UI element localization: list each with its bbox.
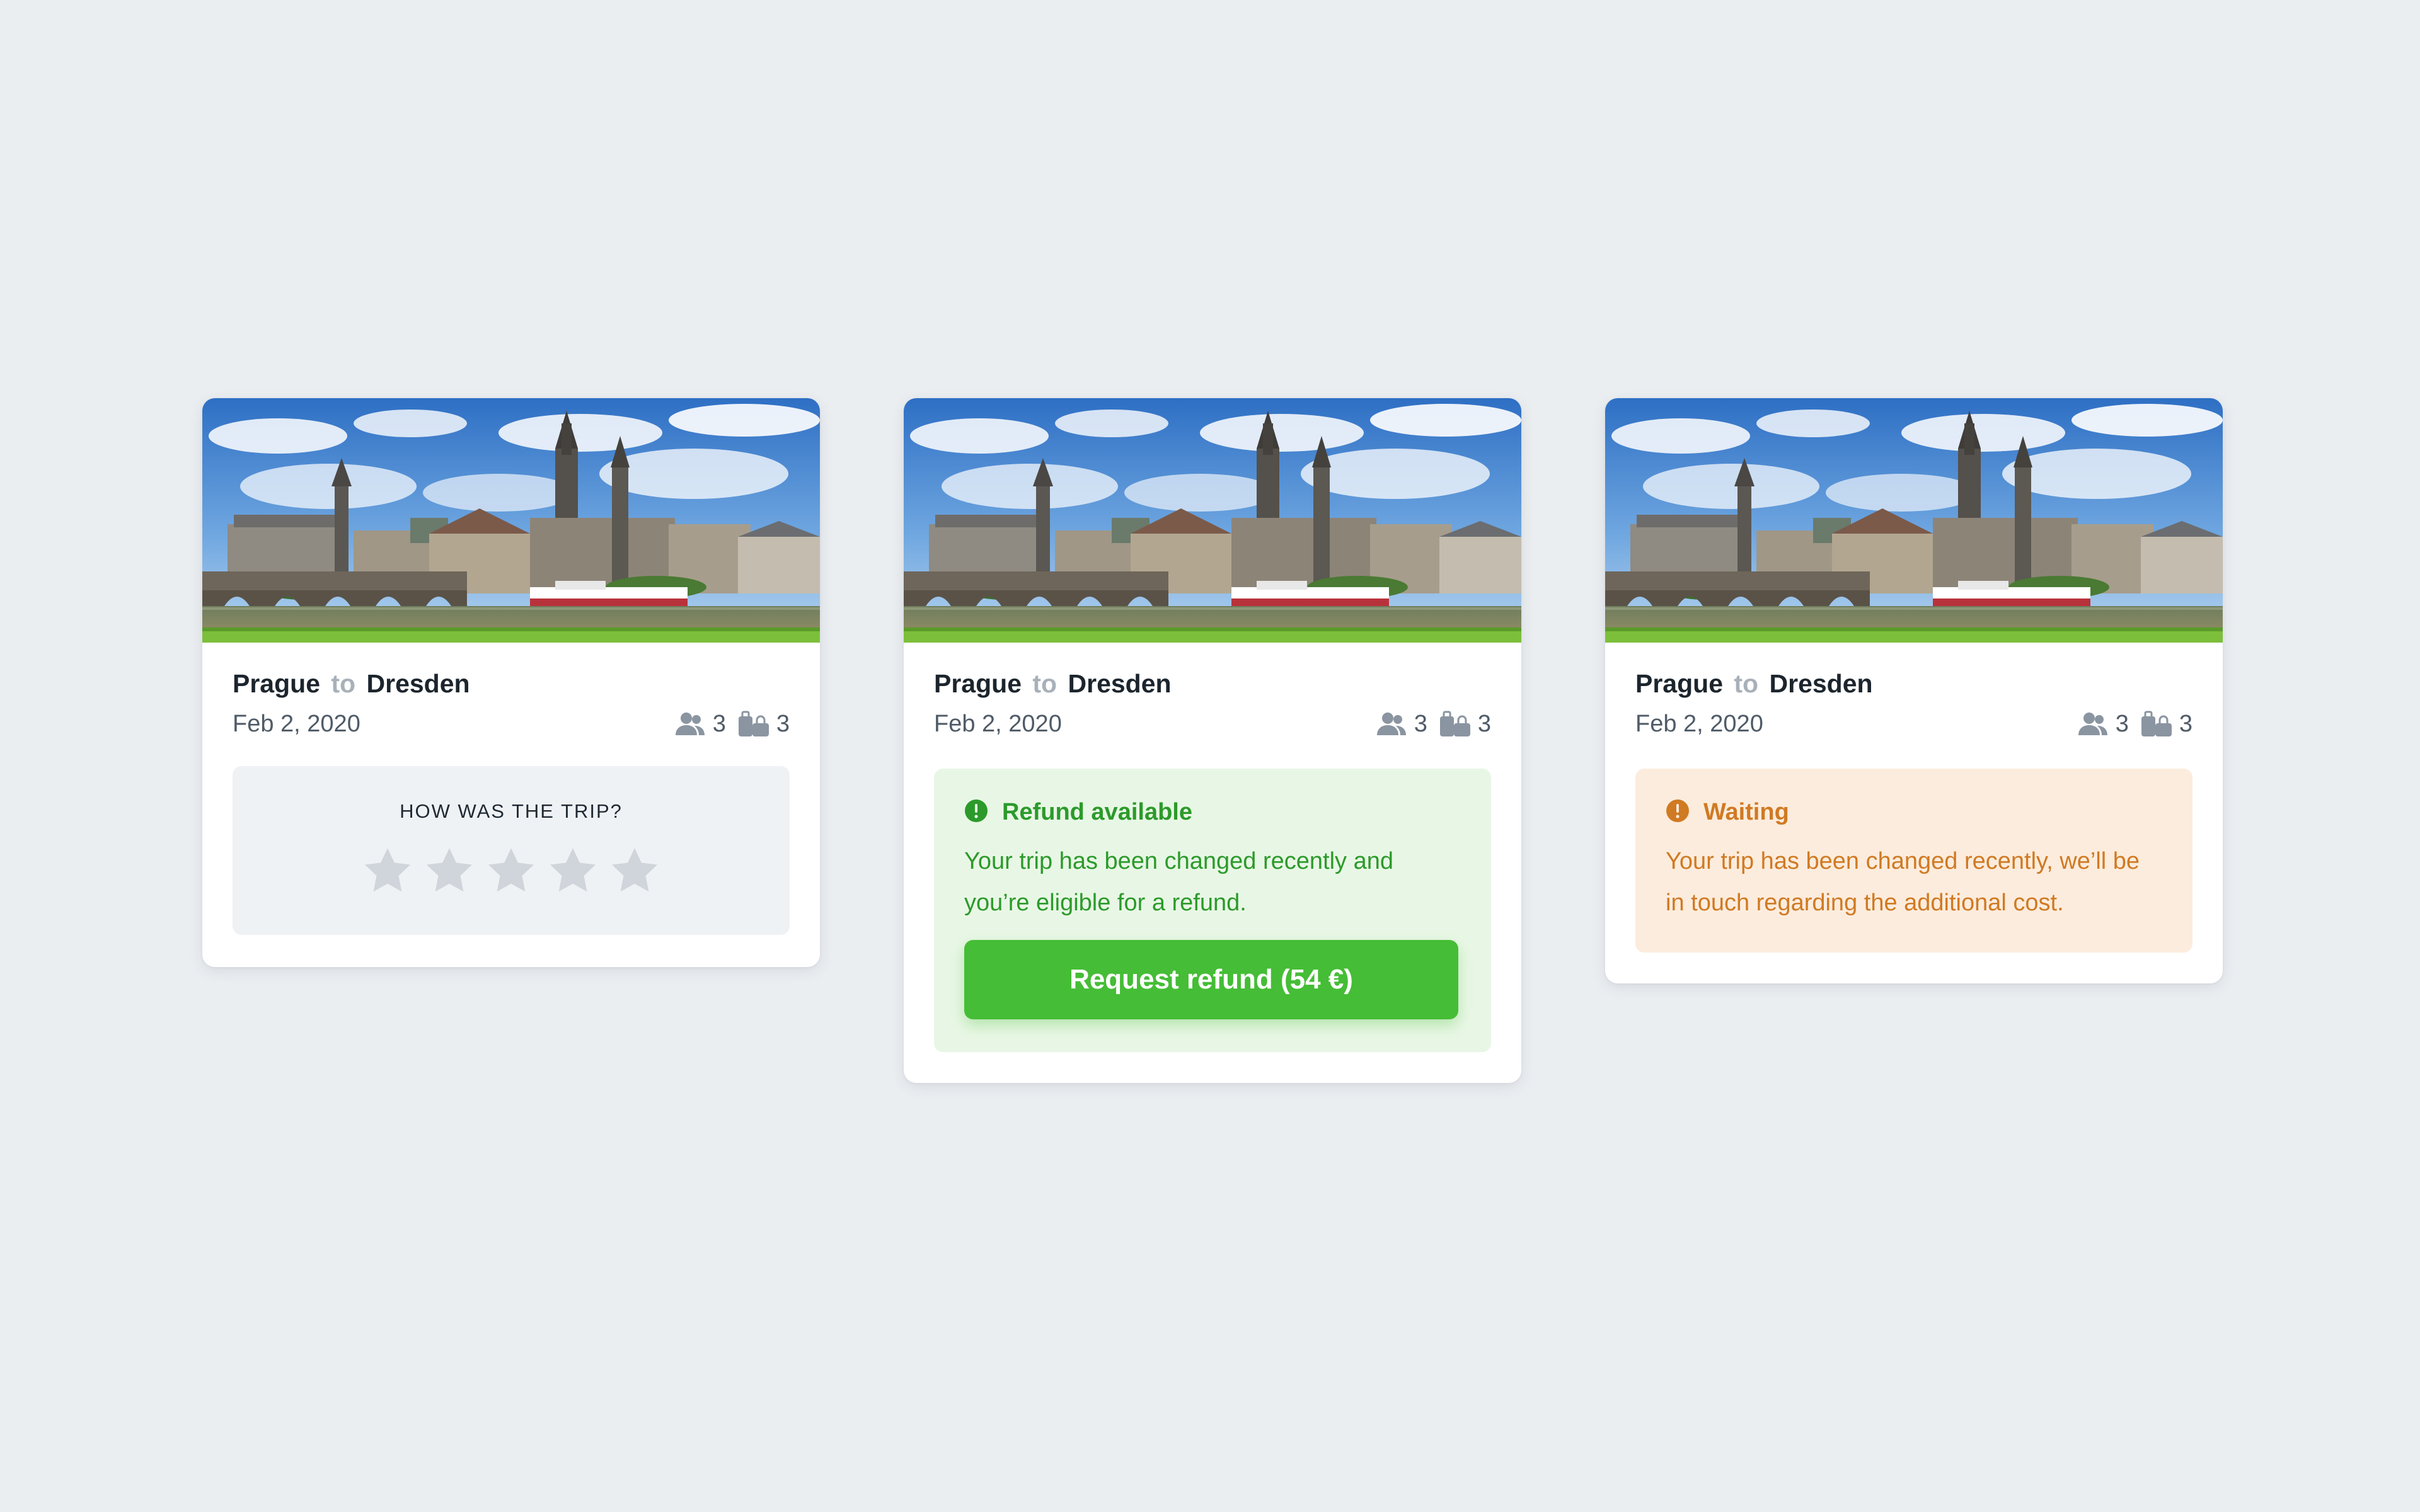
- star-icon[interactable]: [361, 844, 414, 897]
- alert-icon: [964, 799, 988, 826]
- destination-photo: [202, 398, 820, 643]
- star-icon[interactable]: [608, 844, 661, 897]
- trip-date: Feb 2, 2020: [1635, 710, 1763, 737]
- passenger-count: 3: [674, 711, 726, 738]
- passengers-icon: [2077, 711, 2109, 736]
- refund-message: Your trip has been changed recently and …: [964, 848, 1393, 916]
- bag-count: 3: [1439, 711, 1491, 738]
- baggage-icon: [737, 711, 770, 737]
- bag-count-value: 3: [776, 710, 790, 737]
- waiting-message: Your trip has been changed recently, we’…: [1666, 848, 2140, 916]
- waiting-alert: Waiting Your trip has been changed recen…: [1635, 769, 2192, 953]
- passenger-count-value: 3: [2115, 710, 2129, 737]
- request-refund-button[interactable]: Request refund (54 €): [964, 940, 1458, 1019]
- passenger-count-value: 3: [1414, 710, 1427, 737]
- passengers-icon: [1375, 711, 1408, 736]
- waiting-title: Waiting: [1703, 798, 1789, 825]
- baggage-icon: [1439, 711, 1472, 737]
- trip-card-waiting: Prague to Dresden Feb 2, 2020 3 3 Waitin…: [1605, 398, 2223, 983]
- passenger-count-value: 3: [712, 710, 726, 737]
- baggage-icon: [2140, 711, 2173, 737]
- trip-date: Feb 2, 2020: [233, 710, 360, 737]
- star-icon[interactable]: [546, 844, 599, 897]
- passenger-count: 3: [1375, 711, 1427, 738]
- refund-title: Refund available: [1002, 798, 1192, 825]
- rating-title: HOW WAS THE TRIP?: [400, 800, 623, 822]
- bag-count: 3: [737, 711, 790, 738]
- destination-city: Dresden: [1068, 669, 1172, 698]
- trip-route: Prague to Dresden: [1635, 668, 2192, 699]
- destination-photo: [904, 398, 1521, 643]
- trip-date: Feb 2, 2020: [934, 710, 1062, 737]
- rating-panel: HOW WAS THE TRIP?: [233, 766, 790, 935]
- destination-city: Dresden: [366, 669, 470, 698]
- trip-card-rating: Prague to Dresden Feb 2, 2020 3 3 HOW WA…: [202, 398, 820, 967]
- origin-city: Prague: [1635, 669, 1723, 698]
- bag-count-value: 3: [1477, 710, 1491, 737]
- origin-city: Prague: [233, 669, 320, 698]
- star-icon[interactable]: [423, 844, 476, 897]
- trip-card-refund: Prague to Dresden Feb 2, 2020 3 3 Refund…: [904, 398, 1521, 1083]
- bag-count: 3: [2140, 711, 2192, 738]
- bag-count-value: 3: [2179, 710, 2192, 737]
- route-connector: to: [1734, 669, 1759, 698]
- origin-city: Prague: [934, 669, 1022, 698]
- star-icon[interactable]: [485, 844, 538, 897]
- route-connector: to: [1032, 669, 1057, 698]
- alert-icon: [1666, 799, 1690, 826]
- destination-city: Dresden: [1769, 669, 1873, 698]
- passengers-icon: [674, 711, 706, 736]
- destination-photo: [1605, 398, 2223, 643]
- route-connector: to: [331, 669, 356, 698]
- star-rating[interactable]: [233, 844, 790, 897]
- trip-route: Prague to Dresden: [934, 668, 1491, 699]
- passenger-count: 3: [2077, 711, 2129, 738]
- trip-route: Prague to Dresden: [233, 668, 790, 699]
- refund-alert: Refund available Your trip has been chan…: [934, 769, 1491, 1052]
